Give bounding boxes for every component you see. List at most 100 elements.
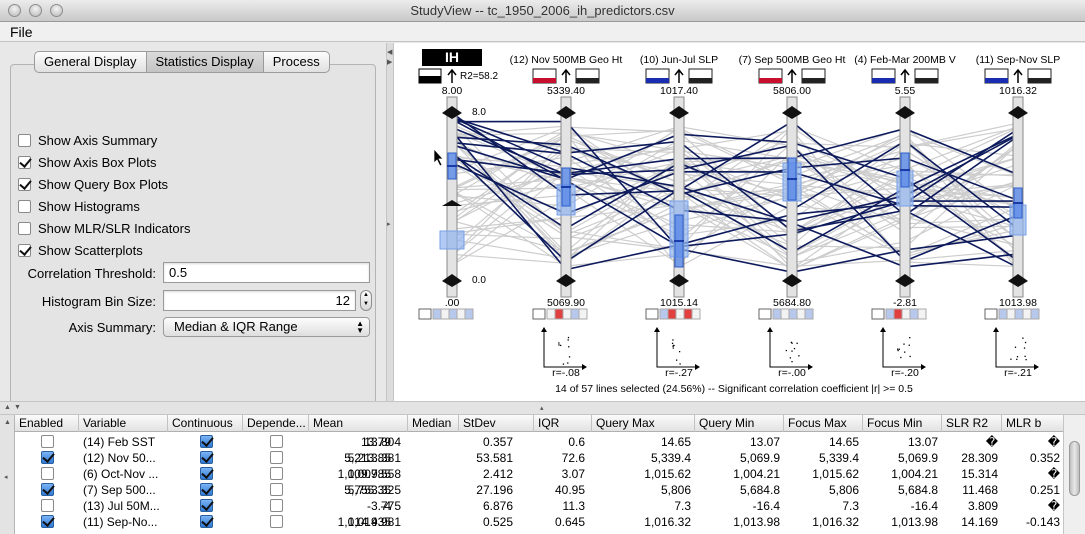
continuous-checkbox[interactable] — [200, 483, 213, 496]
column-header[interactable]: Variable — [79, 415, 168, 432]
table-row[interactable]: (7) Sep 500... 5,753.325 5,755.35 27.196 40.… — [15, 482, 1063, 498]
show-axis-summary-option[interactable]: Show Axis Summary — [18, 131, 157, 149]
column-header[interactable]: MLR b — [1002, 415, 1063, 432]
cell-qmin: 5,069.9 — [739, 451, 780, 465]
table-row[interactable]: (13) Jul 50M... -3.775 -4 6.876 11.3 7.3 -16.4… — [15, 498, 1063, 514]
scrollbar-thumb[interactable] — [1069, 441, 1080, 496]
parallel-coordinates-plot[interactable]: IH R2=58.2 8.00 .00 (12) Nov 500MB Geo Ht 533… — [394, 43, 1085, 401]
axis-box-plot — [439, 230, 465, 250]
cell-median: 1,009.785 — [337, 467, 391, 481]
continuous-checkbox[interactable] — [200, 499, 213, 512]
column-header[interactable]: Query Min — [695, 415, 784, 432]
cell-fmax: 14.65 — [828, 435, 859, 449]
show-axis-box-plots-checkbox[interactable] — [18, 155, 31, 169]
enabled-checkbox[interactable] — [41, 499, 54, 512]
axis-summary-select[interactable]: Median & IQR Range ▲ ▼ — [163, 317, 370, 337]
horizontal-splitter[interactable]: ▲ ▼ ▴ — [0, 401, 1085, 415]
continuous-checkbox[interactable] — [200, 451, 213, 464]
vertical-splitter[interactable]: ◀ ▶ ▸ — [386, 43, 394, 401]
dependent-checkbox[interactable] — [270, 435, 283, 448]
cell-stdev: 2.412 — [482, 467, 513, 481]
axis-bottom-handle — [669, 274, 689, 281]
pcp-canvas[interactable]: IHR2=58.2 8.00 .00 (12) Nov 500MB Geo Ht 533… — [394, 43, 1085, 401]
dependent-checkbox[interactable] — [270, 499, 283, 512]
scatter-x-arrow-icon — [582, 364, 587, 370]
show-query-box-plots-label: Show Query Box Plots — [38, 176, 169, 192]
table-row[interactable]: (14) Feb SST 13.804 13.79 0.357 0.6 14.65 13.0… — [15, 434, 1063, 450]
column-header[interactable]: Enabled — [15, 415, 79, 432]
column-header[interactable]: Depende... — [243, 415, 309, 432]
histogram-bin-size-input[interactable]: 12 — [163, 290, 356, 311]
mlr-swatch-fill — [802, 78, 825, 83]
scatter-point — [1024, 355, 1026, 358]
axis-bottom-handle — [782, 281, 802, 287]
table-handle-up-icon[interactable]: ▲ — [4, 419, 11, 426]
column-header[interactable]: Focus Max — [784, 415, 863, 432]
show-scatterplots-checkbox[interactable] — [18, 243, 31, 257]
scatter-point — [567, 336, 570, 339]
collapse-left-icon[interactable]: ◀ — [387, 48, 392, 56]
tab-general-display[interactable]: General Display — [34, 51, 147, 73]
show-query-box-plots-checkbox[interactable] — [18, 177, 31, 191]
histogram-bin-size-stepper[interactable]: ▲ ▼ — [360, 290, 372, 311]
variable-name: (12) Nov 50... — [83, 451, 156, 465]
enabled-checkbox[interactable] — [41, 435, 54, 448]
expand-down-icon[interactable]: ▼ — [14, 404, 21, 411]
dependent-checkbox[interactable] — [270, 467, 283, 480]
column-header[interactable]: StDev — [459, 415, 534, 432]
scatter-point — [672, 339, 674, 341]
show-query-box-plots-option[interactable]: Show Query Box Plots — [18, 175, 168, 193]
dependent-swatch-fill — [419, 76, 441, 83]
expand-right-icon[interactable]: ▶ — [387, 58, 392, 66]
scatter-point — [567, 362, 569, 364]
show-histograms-checkbox[interactable] — [18, 199, 31, 213]
table-row[interactable]: (12) Nov 50... 5,213.381 5,213.85 53.581 72.… — [15, 450, 1063, 466]
enabled-checkbox[interactable] — [41, 483, 54, 496]
show-axis-summary-checkbox[interactable] — [18, 133, 31, 147]
selection-status: 14 of 57 lines selected (24.56%) -- Sign… — [555, 383, 913, 395]
column-header[interactable]: IQR — [534, 415, 592, 432]
continuous-checkbox[interactable] — [200, 515, 213, 528]
splitter-handle-icon: ▸ — [387, 221, 391, 228]
dependent-checkbox[interactable] — [270, 515, 283, 528]
show-mlr-slr-checkbox[interactable] — [18, 221, 31, 235]
show-scatterplots-option[interactable]: Show Scatterplots — [18, 241, 143, 259]
table-side-handle[interactable]: ▲ ◂ — [0, 415, 14, 534]
column-header[interactable]: Focus Min — [863, 415, 942, 432]
column-header[interactable]: Query Max — [592, 415, 695, 432]
menu-file[interactable]: File — [10, 24, 33, 40]
table-row[interactable]: (6) Oct-Nov ... 1,009.558 1,009.785 2.412 3.… — [15, 466, 1063, 482]
continuous-checkbox[interactable] — [200, 467, 213, 480]
table-handle-left-icon[interactable]: ◂ — [4, 473, 8, 481]
strip-cell — [418, 308, 432, 320]
show-axis-box-plots-option[interactable]: Show Axis Box Plots — [18, 153, 157, 171]
column-header[interactable]: SLR R2 — [942, 415, 1002, 432]
column-header[interactable]: Median — [408, 415, 459, 432]
cell-fmin: 13.07 — [907, 435, 938, 449]
dependent-checkbox[interactable] — [270, 451, 283, 464]
show-histograms-option[interactable]: Show Histograms — [18, 197, 140, 215]
scatter-point — [1010, 358, 1012, 360]
strip-cell — [901, 308, 911, 320]
enabled-checkbox[interactable] — [41, 515, 54, 528]
correlation-threshold-input[interactable]: 0.5 — [163, 262, 370, 283]
column-header[interactable]: Mean — [309, 415, 408, 432]
scatter-point — [791, 350, 793, 352]
tab-process[interactable]: Process — [263, 51, 330, 73]
scatter-point — [558, 342, 560, 344]
continuous-checkbox[interactable] — [200, 435, 213, 448]
table-scrollbar[interactable] — [1063, 415, 1085, 534]
scatter-point — [672, 347, 674, 349]
tab-statistics-display[interactable]: Statistics Display — [146, 51, 264, 73]
cell-fmin: 5,069.9 — [897, 451, 938, 465]
enabled-checkbox[interactable] — [41, 451, 54, 464]
enabled-checkbox[interactable] — [41, 467, 54, 480]
correlation-threshold-label: Correlation Threshold: — [27, 266, 156, 281]
table-row[interactable]: (11) Sep-No... 1,014.981 1,014.935 0.525 0.6… — [15, 514, 1063, 530]
column-header[interactable]: Continuous — [168, 415, 243, 432]
dependent-checkbox[interactable] — [270, 483, 283, 496]
collapse-up-icon[interactable]: ▲ — [4, 404, 11, 411]
scatter-point — [791, 360, 793, 363]
strip-cell — [675, 308, 685, 320]
show-mlr-slr-option[interactable]: Show MLR/SLR Indicators — [18, 219, 190, 237]
